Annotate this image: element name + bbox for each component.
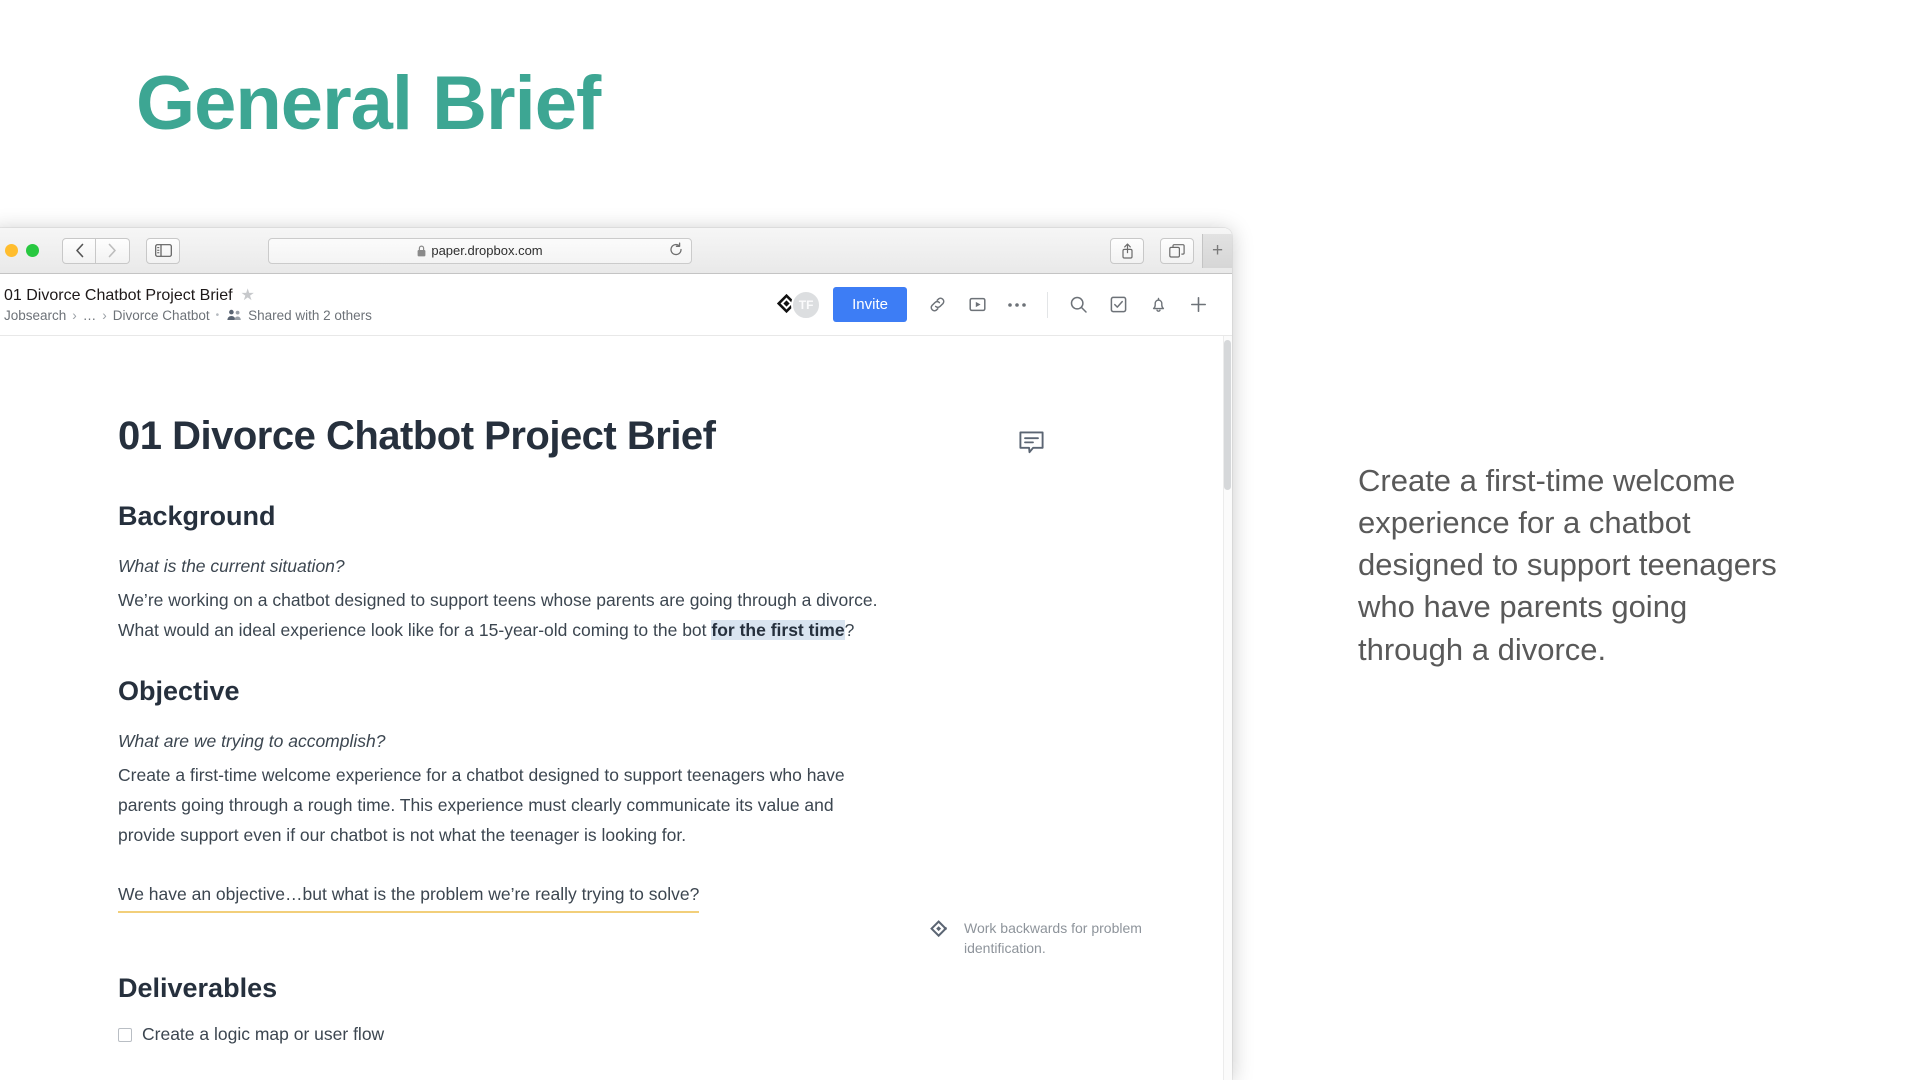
search-icon [1070, 296, 1087, 313]
document-heading-1: 01 Divorce Chatbot Project Brief [118, 414, 716, 458]
section-heading-deliverables: Deliverables [118, 973, 278, 1004]
tasks-button[interactable] [1098, 285, 1138, 325]
breadcrumb-root[interactable]: Jobsearch [4, 308, 66, 323]
breadcrumb-ellipsis[interactable]: … [83, 308, 97, 323]
avatar-group[interactable]: TF [773, 289, 822, 320]
forward-button[interactable] [96, 237, 130, 264]
breadcrumb-folder[interactable]: Divorce Chatbot [113, 308, 210, 323]
paper-diamond-icon [930, 920, 950, 945]
callout-text: Create a first-time welcome experience f… [1358, 463, 1777, 667]
reload-button[interactable] [669, 241, 683, 259]
play-icon [968, 297, 986, 312]
shared-status: Shared with 2 others [248, 307, 372, 323]
plus-icon [1190, 296, 1206, 313]
more-options-button[interactable] [997, 285, 1037, 325]
section-prompt-background: What is the current situation? [118, 556, 345, 576]
breadcrumb: Jobsearch › … › Divorce Chatbot • Shared… [4, 308, 372, 323]
deliverable-checkbox[interactable] [118, 1027, 132, 1042]
breadcrumb-separator-1: › [72, 307, 77, 323]
browser-right-actions: + [1094, 233, 1232, 268]
zoom-window-button[interactable] [26, 244, 39, 257]
favorite-star-icon[interactable]: ★ [241, 287, 255, 304]
section-prompt-objective: What are we trying to accomplish? [118, 730, 386, 751]
people-icon [227, 309, 241, 320]
lock-icon [417, 245, 426, 256]
reload-icon [670, 241, 682, 255]
link-icon [930, 297, 944, 312]
invite-button[interactable]: Invite [833, 287, 907, 322]
back-button[interactable] [62, 237, 96, 264]
section-body-background: We’re working on a chatbot designed to s… [118, 431, 1044, 645]
scrollbar[interactable] [1223, 336, 1232, 1080]
problem-question-line: We have an objective…but what is the pro… [118, 880, 700, 914]
breadcrumb-dot: • [215, 309, 220, 321]
deliverable-label: Create a logic map or user flow [142, 1024, 385, 1045]
bell-icon [1152, 297, 1164, 312]
navigation-buttons[interactable] [62, 237, 130, 264]
search-button[interactable] [1058, 285, 1098, 325]
create-new-button[interactable] [1178, 285, 1218, 325]
share-icon [1121, 243, 1133, 259]
section-heading-objective: Objective [118, 675, 240, 706]
chevron-right-icon [108, 243, 116, 258]
annotation-text: Work backwards for problem identificatio… [964, 920, 1142, 956]
breadcrumb-separator-2: › [102, 307, 107, 323]
browser-window: paper.dropbox.com + 01 Divorce Chatbot P… [0, 228, 1232, 1080]
copy-link-button[interactable] [917, 285, 957, 325]
presentation-button[interactable] [957, 285, 997, 325]
toolbar-divider [1047, 291, 1048, 318]
chevron-left-icon [75, 243, 83, 258]
section-heading-background: Background [118, 501, 276, 531]
document-title: 01 Divorce Chatbot Project Brief [4, 286, 233, 304]
header-actions: TF Invite [773, 285, 1218, 325]
minimize-window-button[interactable] [5, 244, 18, 257]
highlighted-text: for the first time [711, 620, 845, 641]
margin-annotation: Work backwards for problem identificatio… [930, 919, 1180, 959]
comment-bubble-icon[interactable] [1018, 430, 1045, 466]
url-text: paper.dropbox.com [431, 243, 543, 258]
notifications-button[interactable] [1138, 285, 1178, 325]
document-meta: 01 Divorce Chatbot Project Brief ★ Jobse… [4, 287, 372, 323]
address-bar[interactable]: paper.dropbox.com [268, 237, 692, 264]
new-tab-button[interactable]: + [1202, 233, 1232, 268]
window-controls[interactable] [2, 244, 48, 257]
document-body[interactable]: 01 Divorce Chatbot Project Brief Backgro… [0, 336, 1232, 1080]
page-title: General Brief [136, 61, 601, 146]
show-tabs-button[interactable] [1160, 237, 1194, 264]
deliverable-item[interactable]: Create a logic map or user flow [118, 1024, 1158, 1045]
share-button[interactable] [1110, 237, 1144, 264]
section-body-objective: Create a first-time welcome experience f… [118, 764, 845, 846]
browser-toolbar: paper.dropbox.com + [0, 228, 1232, 274]
background-text-after: ? [844, 620, 855, 641]
slide-canvas: General Brief Create a first-time welcom… [0, 0, 1920, 1080]
scrollbar-thumb[interactable] [1224, 340, 1231, 490]
app-header: 01 Divorce Chatbot Project Brief ★ Jobse… [0, 274, 1232, 336]
sidebar-toggle-button[interactable] [146, 237, 180, 264]
sidebar-toggle-icon [154, 244, 172, 257]
user-avatar-tf[interactable]: TF [791, 289, 822, 320]
tasks-icon [1110, 296, 1126, 313]
show-tabs-icon [1169, 243, 1185, 258]
more-icon [1008, 302, 1026, 307]
